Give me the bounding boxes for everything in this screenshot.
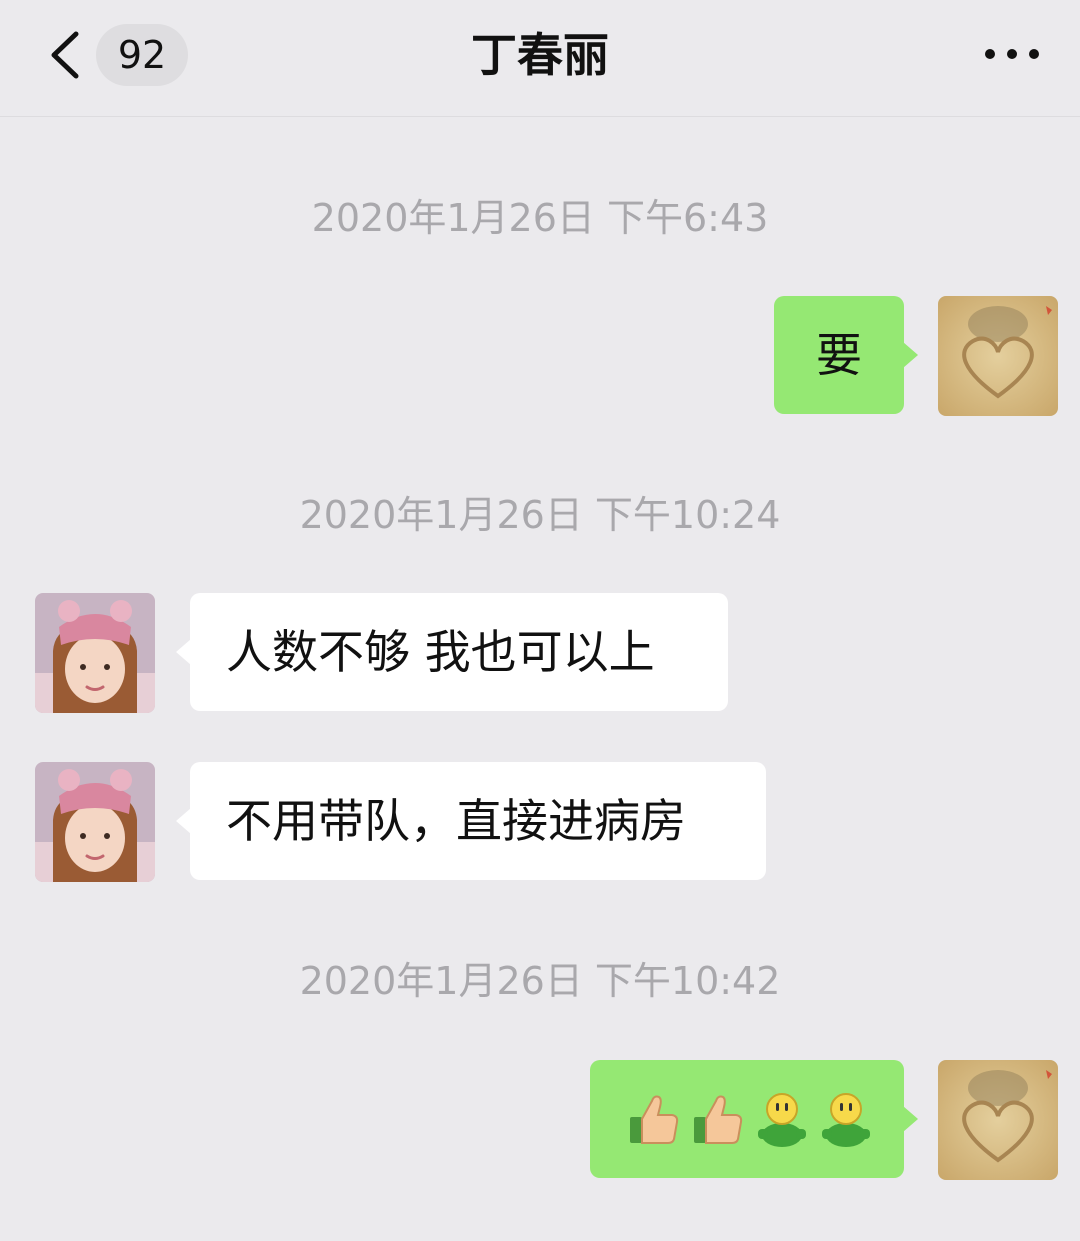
green-doll-icon [758, 1093, 806, 1147]
thumbs-up-icon [630, 1095, 679, 1144]
sent-message-bubble[interactable]: 要 [774, 296, 918, 414]
received-message-bubble[interactable]: 不用带队，直接进病房 [176, 762, 766, 880]
back-button[interactable]: 92 [40, 24, 200, 86]
chat-title: 丁春丽 [471, 28, 609, 82]
chat-header: 92 丁春丽 [0, 0, 1080, 117]
sand-heart-avatar [938, 296, 1058, 416]
contact-avatar[interactable] [35, 762, 155, 882]
self-avatar[interactable] [938, 1060, 1058, 1180]
sent-emoji-bubble[interactable] [590, 1060, 918, 1178]
timestamp: 2020年1月26日 下午6:43 [311, 196, 769, 240]
sand-heart-avatar [938, 1060, 1058, 1180]
thumbs-up-icon [694, 1095, 743, 1144]
timestamp: 2020年1月26日 下午10:24 [299, 493, 781, 537]
chevron-left-icon [51, 31, 79, 79]
green-doll-icon [822, 1093, 870, 1147]
contact-avatar[interactable] [35, 593, 155, 713]
timestamp: 2020年1月26日 下午10:42 [299, 959, 781, 1003]
self-avatar[interactable] [938, 296, 1058, 416]
received-message-bubble[interactable]: 人数不够 我也可以上 [176, 593, 728, 711]
more-dots-icon[interactable] [980, 34, 1044, 74]
unread-count-badge[interactable]: 92 [96, 24, 188, 86]
girl-pink-hat-avatar [35, 762, 155, 882]
girl-pink-hat-avatar [35, 593, 155, 713]
